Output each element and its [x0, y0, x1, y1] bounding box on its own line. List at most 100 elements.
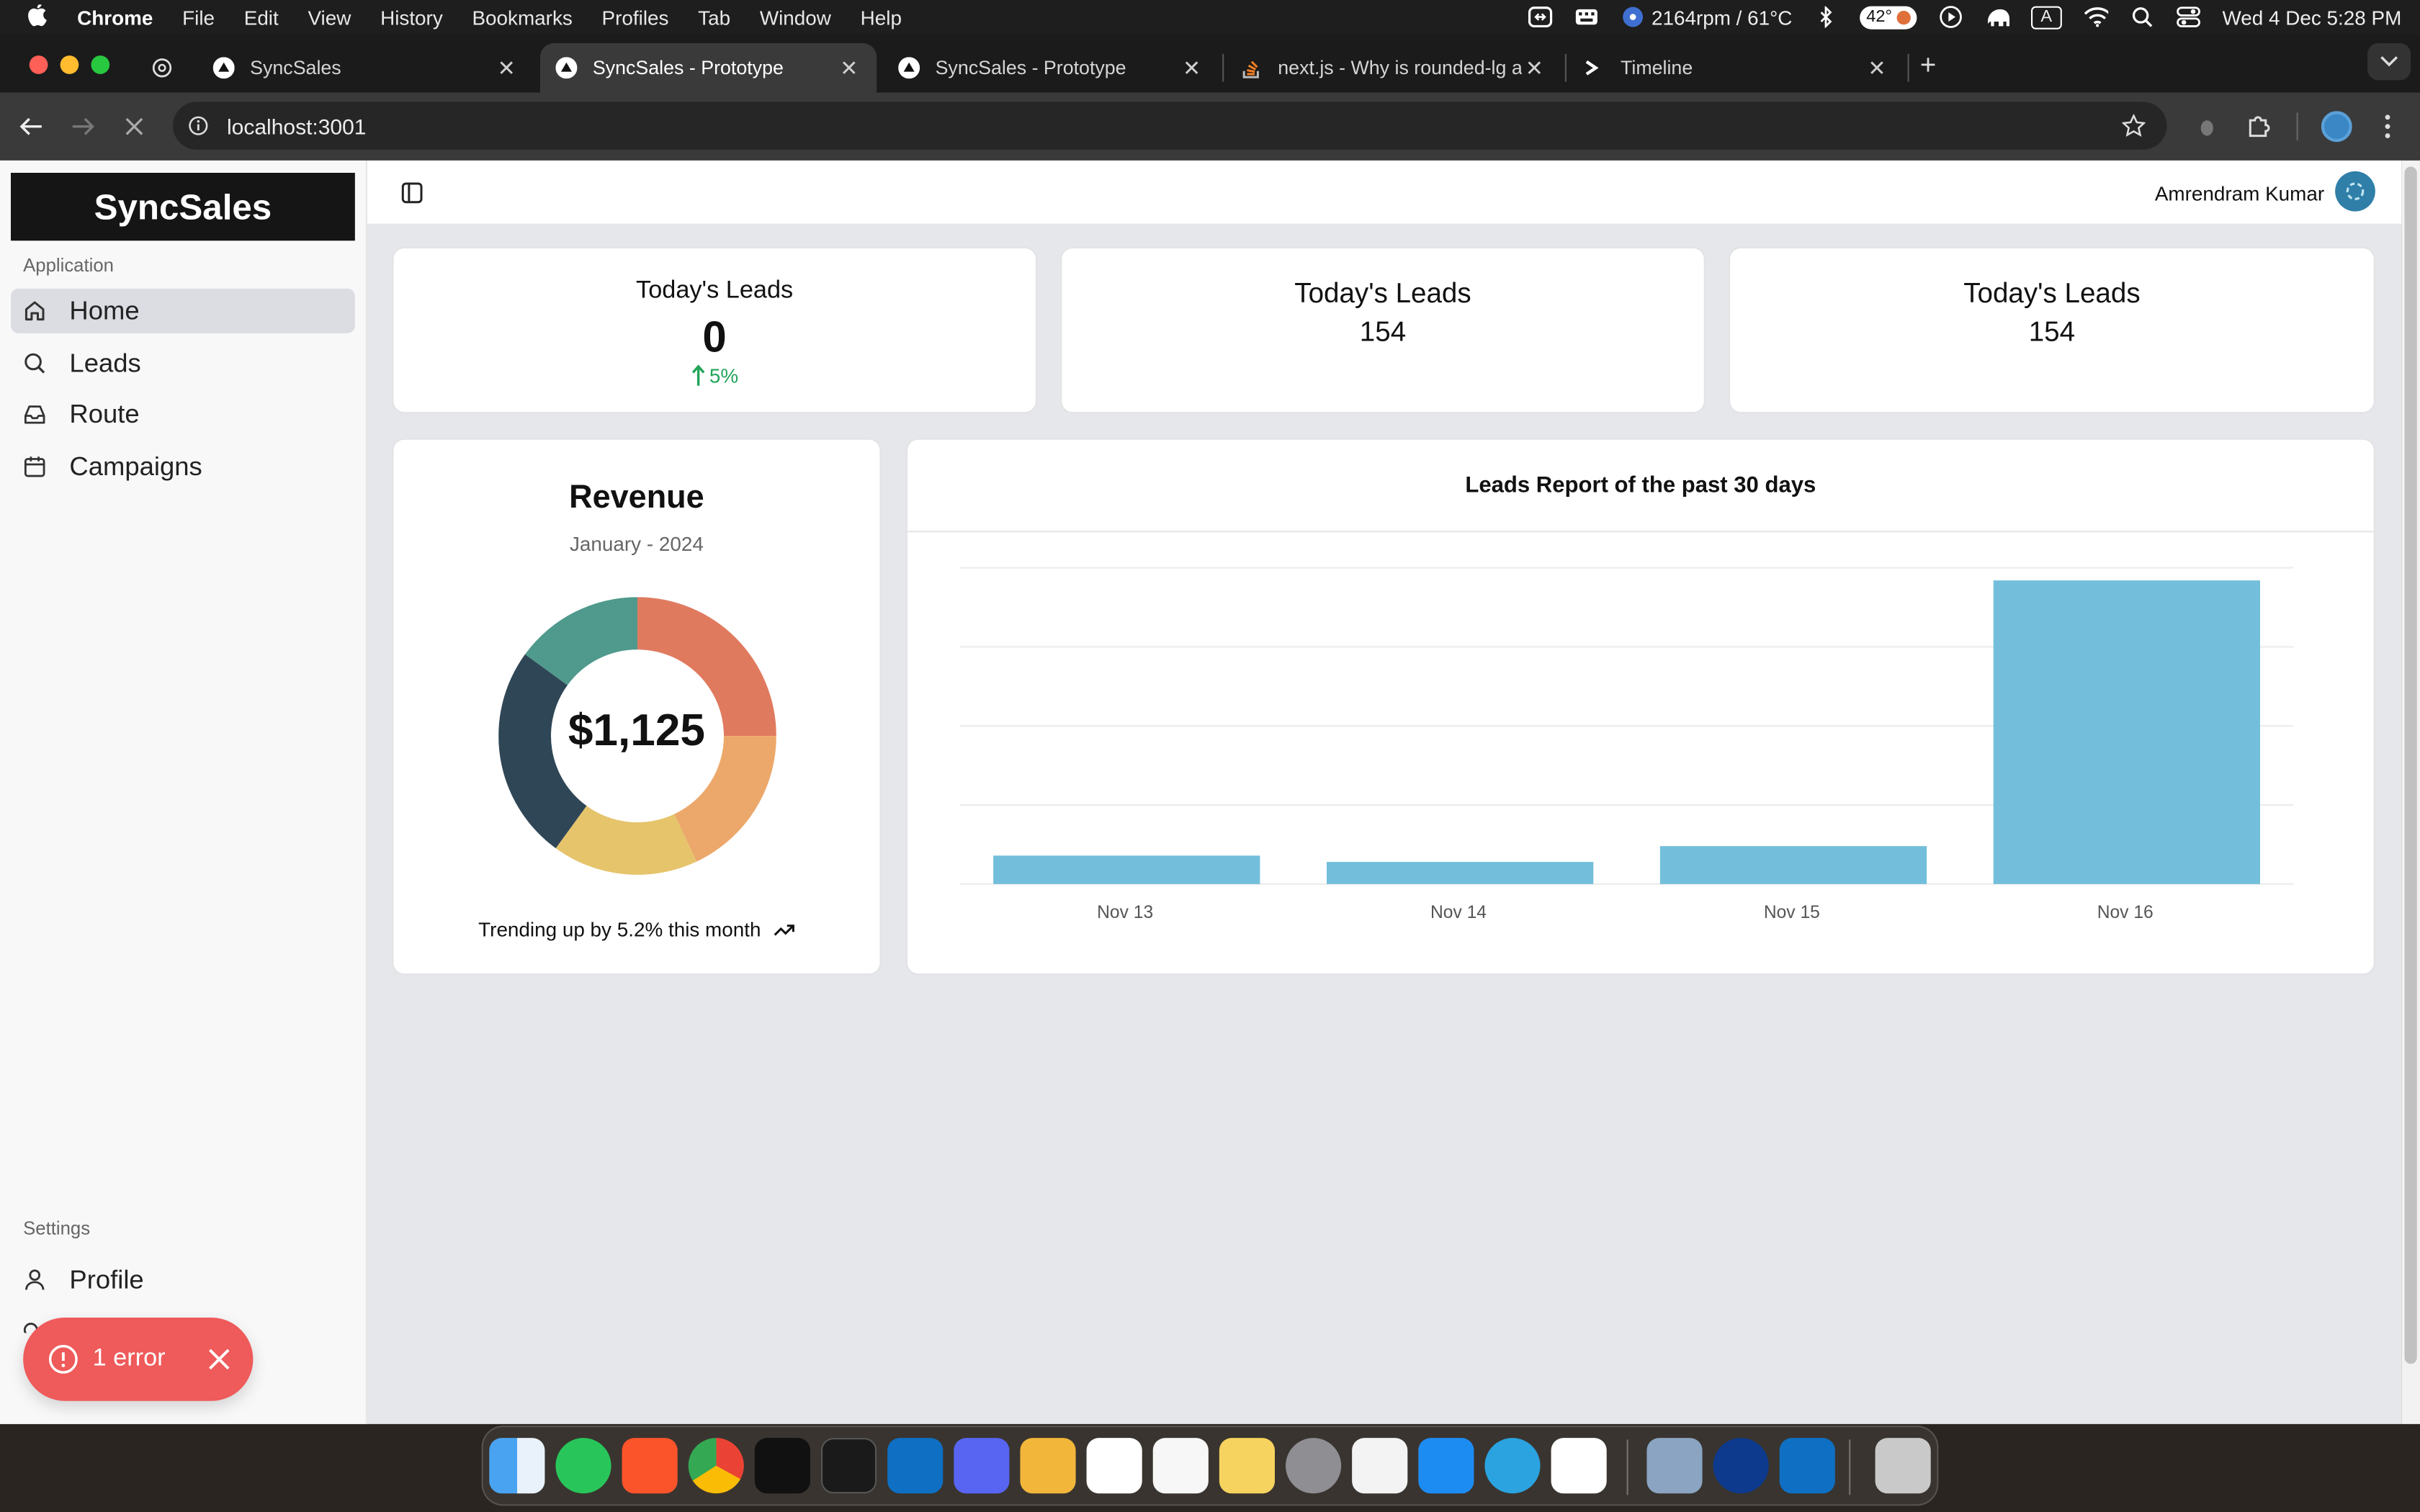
table-plus-icon[interactable] [1020, 1438, 1076, 1494]
arc-icon[interactable] [1551, 1438, 1607, 1494]
reminders-icon[interactable] [1152, 1438, 1209, 1494]
menu-view[interactable]: View [308, 6, 351, 29]
sidebar-item-home[interactable]: Home [11, 288, 355, 333]
new-tab-button[interactable]: + [1920, 50, 1937, 82]
back-icon[interactable] [19, 116, 43, 138]
elephant-icon[interactable] [1985, 6, 2009, 28]
bookmark-star-icon[interactable] [2122, 114, 2146, 138]
extension-rat-icon[interactable] [2197, 116, 2216, 138]
tab-search-button[interactable] [2367, 43, 2411, 81]
sidebar-group-label: Application [23, 254, 114, 276]
bar[interactable] [1659, 846, 1927, 884]
close-tab-icon[interactable]: ✕ [1868, 55, 1886, 81]
menu-edit[interactable]: Edit [244, 6, 279, 29]
menu-bookmarks[interactable]: Bookmarks [472, 6, 572, 29]
page-scrollbar[interactable] [2401, 160, 2420, 1424]
brand-logo[interactable]: SyncSales [11, 173, 355, 241]
menu-file[interactable]: File [182, 6, 215, 29]
tab-timeline[interactable]: Timeline ✕ [1568, 43, 1904, 93]
apple-icon[interactable] [26, 4, 50, 29]
system-settings-icon[interactable] [1286, 1438, 1342, 1494]
sidebar-item-label: Home [69, 295, 140, 325]
discord-icon[interactable] [954, 1438, 1010, 1494]
spotlight-search-icon[interactable] [2130, 6, 2154, 28]
error-toast[interactable]: 1 error [23, 1318, 254, 1401]
inbox-icon [23, 402, 48, 426]
menu-profiles[interactable]: Profiles [602, 6, 669, 29]
wifi-icon[interactable] [2084, 6, 2108, 28]
screen-share-icon[interactable] [1528, 6, 1553, 28]
whatsapp-icon[interactable] [555, 1438, 611, 1494]
user-name[interactable]: Amrendram Kumar [2155, 182, 2324, 205]
close-tab-icon[interactable]: ✕ [498, 55, 516, 81]
tab-divider [1564, 54, 1567, 82]
address-bar[interactable]: localhost:3001 [173, 102, 2167, 150]
sidebar-item-profile[interactable]: Profile [11, 1257, 355, 1302]
close-tab-icon[interactable]: ✕ [1183, 55, 1201, 81]
forward-icon[interactable] [71, 116, 96, 138]
site-info-icon[interactable] [188, 116, 208, 136]
finder-icon[interactable] [489, 1438, 545, 1494]
stat-title: Today's Leads [636, 277, 794, 305]
control-center-icon[interactable] [2176, 6, 2200, 28]
minimize-window-button[interactable] [60, 55, 79, 74]
teamviewer-icon[interactable] [1713, 1438, 1769, 1494]
close-icon[interactable] [209, 1349, 230, 1370]
avatar[interactable] [2335, 171, 2375, 212]
profile-avatar[interactable] [2321, 111, 2352, 143]
menu-help[interactable]: Help [861, 6, 902, 29]
more-menu-icon[interactable] [2383, 114, 2393, 139]
terminal-app-icon[interactable] [821, 1438, 877, 1494]
sidebar-item-campaigns[interactable]: Campaigns [11, 444, 355, 489]
trash-icon[interactable] [1875, 1438, 1931, 1494]
tab-chatgpt[interactable] [139, 43, 189, 93]
brave-icon[interactable] [622, 1438, 678, 1494]
scrollbar-thumb[interactable] [2404, 166, 2417, 1364]
menu-tab[interactable]: Tab [698, 6, 730, 29]
browser-toolbar: localhost:3001 [0, 92, 2420, 161]
app-store-icon[interactable] [1418, 1438, 1474, 1494]
keyboard-icon[interactable] [1574, 6, 1599, 28]
extensions-puzzle-icon[interactable] [2246, 112, 2272, 138]
vscode-window-icon[interactable] [1779, 1438, 1835, 1494]
trending-up-icon [774, 924, 794, 935]
tab-title: SyncSales - Prototype [935, 57, 1126, 79]
cursor-icon[interactable] [754, 1438, 810, 1494]
play-icon[interactable] [1938, 6, 1963, 28]
menu-app-name[interactable]: Chrome [77, 6, 153, 29]
clock[interactable]: Wed 4 Dec 5:28 PM [2223, 6, 2402, 29]
zoom-window-button[interactable] [91, 55, 110, 74]
bluetooth-icon[interactable] [1814, 6, 1838, 28]
bar[interactable] [1326, 862, 1594, 884]
close-tab-icon[interactable]: ✕ [1525, 55, 1543, 81]
tab-syncsales-prototype[interactable]: SyncSales - Prototype ✕ [883, 43, 1219, 93]
preview-window-icon[interactable] [1646, 1438, 1703, 1494]
close-tab-icon[interactable]: ✕ [840, 55, 858, 81]
temperature-badge[interactable]: 42° [1860, 5, 1917, 29]
telegram-icon[interactable] [1484, 1438, 1541, 1494]
menu-history[interactable]: History [380, 6, 443, 29]
tab-stackoverflow[interactable]: next.js - Why is rounded-lg a ✕ [1225, 43, 1561, 93]
stop-loading-icon[interactable] [125, 117, 144, 136]
macos-menubar: Chrome File Edit View History Bookmarks … [0, 0, 2420, 35]
revenue-title: Revenue [569, 480, 704, 516]
input-source-indicator[interactable]: A [2030, 5, 2062, 29]
toolbar-divider [2296, 112, 2298, 140]
sidebar-item-leads[interactable]: Leads [11, 341, 355, 386]
bar[interactable] [1993, 580, 2260, 884]
temperature-value: 42° [1866, 7, 1892, 27]
freeform-icon[interactable] [1352, 1438, 1408, 1494]
chrome-icon[interactable] [688, 1438, 744, 1494]
fan-monitor[interactable]: 2164rpm / 61°C [1621, 6, 1792, 29]
tab-syncsales[interactable]: SyncSales ✕ [197, 43, 534, 93]
sidebar-toggle-icon[interactable] [401, 182, 423, 204]
macos-dock [481, 1425, 1939, 1506]
sidebar-item-route[interactable]: Route [11, 392, 355, 436]
tab-syncsales-prototype-active[interactable]: SyncSales - Prototype ✕ [540, 43, 877, 93]
calendar-app-icon[interactable] [1086, 1438, 1142, 1494]
notes-icon[interactable] [1219, 1438, 1275, 1494]
bar[interactable] [993, 855, 1260, 884]
close-window-button[interactable] [29, 55, 48, 74]
menu-window[interactable]: Window [760, 6, 831, 29]
vscode-icon[interactable] [887, 1438, 944, 1494]
